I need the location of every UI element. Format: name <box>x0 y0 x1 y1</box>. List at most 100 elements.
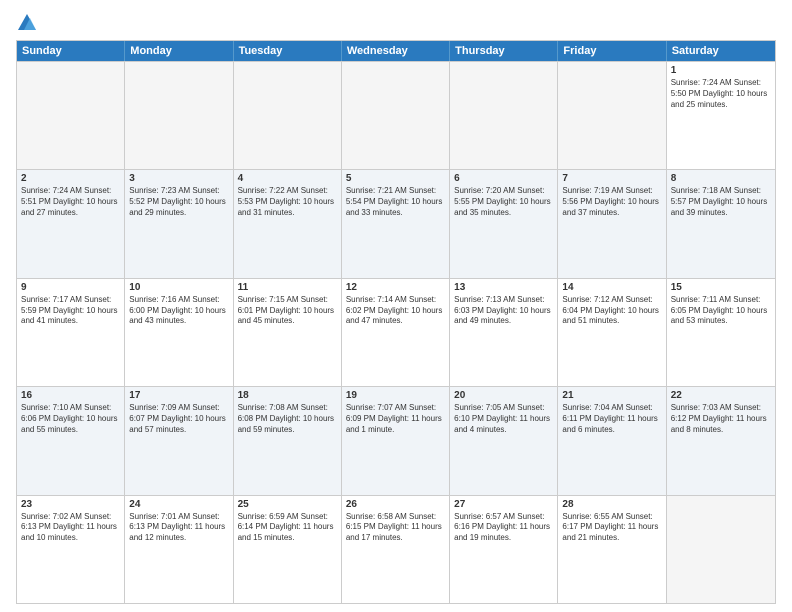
day-cell-20: 20Sunrise: 7:05 AM Sunset: 6:10 PM Dayli… <box>450 387 558 494</box>
day-cell-17: 17 Sunrise: 7:09 AM Sunset: 6:07 PM Dayli… <box>125 387 233 494</box>
day-cell-5: 5 Sunrise: 7:21 AM Sunset: 5:54 PM Daylig… <box>342 170 450 277</box>
day-info: Sunrise: 7:17 AM Sunset: 5:59 PM Dayligh… <box>21 295 120 327</box>
header-day-tuesday: Tuesday <box>234 41 342 61</box>
day-info: Sunrise: 7:21 AM Sunset: 5:54 PM Dayligh… <box>346 186 445 218</box>
day-number: 13 <box>454 282 553 293</box>
calendar-row-4: 23 Sunrise: 7:02 AM Sunset: 6:13 PM Dayli… <box>17 495 775 603</box>
header-day-saturday: Saturday <box>667 41 775 61</box>
day-number: 24 <box>129 499 228 510</box>
day-number: 2 <box>21 173 120 184</box>
day-cell-7: 7 Sunrise: 7:19 AM Sunset: 5:56 PM Daylig… <box>558 170 666 277</box>
day-cell-24: 24 Sunrise: 7:01 AM Sunset: 6:13 PM Dayli… <box>125 496 233 603</box>
day-cell-23: 23 Sunrise: 7:02 AM Sunset: 6:13 PM Dayli… <box>17 496 125 603</box>
day-cell-2: 2 Sunrise: 7:24 AM Sunset: 5:51 PM Daylig… <box>17 170 125 277</box>
day-info: Sunrise: 7:10 AM Sunset: 6:06 PM Dayligh… <box>21 403 120 435</box>
calendar-row-2: 9Sunrise: 7:17 AM Sunset: 5:59 PM Daylig… <box>17 278 775 386</box>
day-info: Sunrise: 7:07 AM Sunset: 6:09 PM Dayligh… <box>346 403 445 435</box>
day-cell-4: 4 Sunrise: 7:22 AM Sunset: 5:53 PM Daylig… <box>234 170 342 277</box>
day-info: Sunrise: 6:58 AM Sunset: 6:15 PM Dayligh… <box>346 512 445 544</box>
logo <box>16 12 42 34</box>
day-info: Sunrise: 7:14 AM Sunset: 6:02 PM Dayligh… <box>346 295 445 327</box>
day-cell-9: 9Sunrise: 7:17 AM Sunset: 5:59 PM Daylig… <box>17 279 125 386</box>
calendar-row-0: 1 Sunrise: 7:24 AM Sunset: 5:50 PM Daylig… <box>17 61 775 169</box>
day-info: Sunrise: 7:09 AM Sunset: 6:07 PM Dayligh… <box>129 403 228 435</box>
day-cell-11: 11 Sunrise: 7:15 AM Sunset: 6:01 PM Dayli… <box>234 279 342 386</box>
day-info: Sunrise: 7:20 AM Sunset: 5:55 PM Dayligh… <box>454 186 553 218</box>
empty-cell-0-1 <box>125 62 233 169</box>
header-day-thursday: Thursday <box>450 41 558 61</box>
empty-cell-0-4 <box>450 62 558 169</box>
day-number: 20 <box>454 390 553 401</box>
day-cell-19: 19 Sunrise: 7:07 AM Sunset: 6:09 PM Dayli… <box>342 387 450 494</box>
day-number: 26 <box>346 499 445 510</box>
day-info: Sunrise: 7:22 AM Sunset: 5:53 PM Dayligh… <box>238 186 337 218</box>
day-info: Sunrise: 7:18 AM Sunset: 5:57 PM Dayligh… <box>671 186 771 218</box>
day-info: Sunrise: 7:19 AM Sunset: 5:56 PM Dayligh… <box>562 186 661 218</box>
day-number: 14 <box>562 282 661 293</box>
day-cell-22: 22 Sunrise: 7:03 AM Sunset: 6:12 PM Dayli… <box>667 387 775 494</box>
day-info: Sunrise: 7:12 AM Sunset: 6:04 PM Dayligh… <box>562 295 661 327</box>
day-number: 8 <box>671 173 771 184</box>
empty-cell-4-6 <box>667 496 775 603</box>
day-cell-15: 15 Sunrise: 7:11 AM Sunset: 6:05 PM Dayli… <box>667 279 775 386</box>
day-number: 12 <box>346 282 445 293</box>
day-cell-18: 18Sunrise: 7:08 AM Sunset: 6:08 PM Dayli… <box>234 387 342 494</box>
day-number: 10 <box>129 282 228 293</box>
header-day-wednesday: Wednesday <box>342 41 450 61</box>
calendar-header: SundayMondayTuesdayWednesdayThursdayFrid… <box>17 41 775 61</box>
day-cell-16: 16 Sunrise: 7:10 AM Sunset: 6:06 PM Dayli… <box>17 387 125 494</box>
empty-cell-0-0 <box>17 62 125 169</box>
day-cell-13: 13 Sunrise: 7:13 AM Sunset: 6:03 PM Dayli… <box>450 279 558 386</box>
day-number: 3 <box>129 173 228 184</box>
day-number: 1 <box>671 65 771 76</box>
day-number: 23 <box>21 499 120 510</box>
day-info: Sunrise: 7:02 AM Sunset: 6:13 PM Dayligh… <box>21 512 120 544</box>
day-info: Sunrise: 7:01 AM Sunset: 6:13 PM Dayligh… <box>129 512 228 544</box>
day-number: 27 <box>454 499 553 510</box>
day-number: 28 <box>562 499 661 510</box>
day-info: Sunrise: 6:55 AM Sunset: 6:17 PM Dayligh… <box>562 512 661 544</box>
day-info: Sunrise: 7:23 AM Sunset: 5:52 PM Dayligh… <box>129 186 228 218</box>
day-number: 11 <box>238 282 337 293</box>
day-info: Sunrise: 7:13 AM Sunset: 6:03 PM Dayligh… <box>454 295 553 327</box>
day-cell-28: 28 Sunrise: 6:55 AM Sunset: 6:17 PM Dayli… <box>558 496 666 603</box>
day-info: Sunrise: 7:24 AM Sunset: 5:50 PM Dayligh… <box>671 78 771 110</box>
day-cell-12: 12 Sunrise: 7:14 AM Sunset: 6:02 PM Dayli… <box>342 279 450 386</box>
day-number: 21 <box>562 390 661 401</box>
calendar-body: 1 Sunrise: 7:24 AM Sunset: 5:50 PM Daylig… <box>17 61 775 603</box>
calendar-row-3: 16 Sunrise: 7:10 AM Sunset: 6:06 PM Dayli… <box>17 386 775 494</box>
day-cell-26: 26 Sunrise: 6:58 AM Sunset: 6:15 PM Dayli… <box>342 496 450 603</box>
calendar: SundayMondayTuesdayWednesdayThursdayFrid… <box>16 40 776 604</box>
empty-cell-0-3 <box>342 62 450 169</box>
day-number: 17 <box>129 390 228 401</box>
day-number: 25 <box>238 499 337 510</box>
day-cell-6: 6 Sunrise: 7:20 AM Sunset: 5:55 PM Daylig… <box>450 170 558 277</box>
day-number: 5 <box>346 173 445 184</box>
day-cell-14: 14 Sunrise: 7:12 AM Sunset: 6:04 PM Dayli… <box>558 279 666 386</box>
day-number: 15 <box>671 282 771 293</box>
empty-cell-0-5 <box>558 62 666 169</box>
day-cell-8: 8 Sunrise: 7:18 AM Sunset: 5:57 PM Daylig… <box>667 170 775 277</box>
day-number: 6 <box>454 173 553 184</box>
day-number: 16 <box>21 390 120 401</box>
day-info: Sunrise: 7:15 AM Sunset: 6:01 PM Dayligh… <box>238 295 337 327</box>
header-day-monday: Monday <box>125 41 233 61</box>
empty-cell-0-2 <box>234 62 342 169</box>
day-info: Sunrise: 7:03 AM Sunset: 6:12 PM Dayligh… <box>671 403 771 435</box>
day-number: 22 <box>671 390 771 401</box>
day-info: Sunrise: 7:11 AM Sunset: 6:05 PM Dayligh… <box>671 295 771 327</box>
day-number: 7 <box>562 173 661 184</box>
header-day-sunday: Sunday <box>17 41 125 61</box>
day-info: Sunrise: 7:04 AM Sunset: 6:11 PM Dayligh… <box>562 403 661 435</box>
page-header <box>16 12 776 34</box>
calendar-row-1: 2 Sunrise: 7:24 AM Sunset: 5:51 PM Daylig… <box>17 169 775 277</box>
day-cell-10: 10Sunrise: 7:16 AM Sunset: 6:00 PM Dayli… <box>125 279 233 386</box>
day-cell-25: 25Sunrise: 6:59 AM Sunset: 6:14 PM Dayli… <box>234 496 342 603</box>
logo-icon <box>16 12 38 34</box>
day-number: 4 <box>238 173 337 184</box>
day-info: Sunrise: 7:24 AM Sunset: 5:51 PM Dayligh… <box>21 186 120 218</box>
day-cell-27: 27Sunrise: 6:57 AM Sunset: 6:16 PM Dayli… <box>450 496 558 603</box>
day-cell-3: 3 Sunrise: 7:23 AM Sunset: 5:52 PM Daylig… <box>125 170 233 277</box>
day-number: 18 <box>238 390 337 401</box>
day-number: 19 <box>346 390 445 401</box>
